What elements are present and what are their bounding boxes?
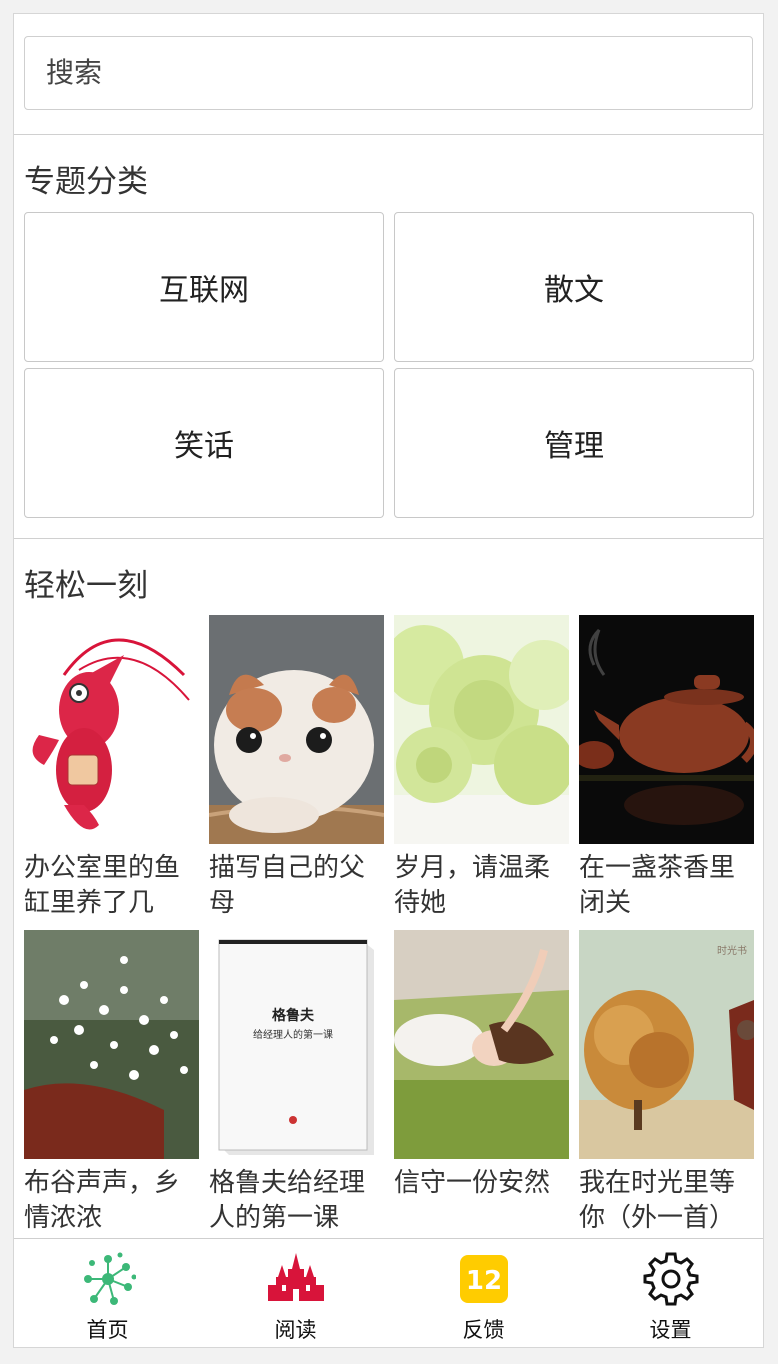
book-subtitle-text: 给经理人的第一课 [253, 1028, 333, 1041]
tab-home[interactable]: 首页 [14, 1239, 201, 1347]
article-title: 布谷声声，乡情浓浓 [24, 1168, 181, 1233]
tab-feedback-label: 反馈 [462, 1318, 505, 1342]
white-flowers-bicycle-image [24, 930, 199, 1159]
category-jokes[interactable]: 笑话 [24, 368, 384, 518]
tab-settings[interactable]: 设置 [577, 1239, 763, 1347]
article-title: 在一盏茶香里闭关 [579, 853, 736, 918]
autumn-tree-image: 时光书 [579, 930, 754, 1159]
lobster-cartoon-image [24, 615, 199, 844]
category-section-title: 专题分类 [24, 164, 148, 200]
divider [14, 538, 763, 539]
app-frame: 搜索 专题分类 互联网 散文 笑话 管理 轻松一刻 办公室里的鱼缸里养了几只… [13, 13, 764, 1348]
category-prose[interactable]: 散文 [394, 212, 754, 362]
book-title-text: 格鲁夫 [272, 1007, 315, 1024]
article-title: 办公室里的鱼缸里养了几只… [24, 853, 181, 918]
article-card[interactable]: 描写自己的父母 [209, 615, 384, 921]
article-card[interactable]: 信守一份安然 [394, 930, 569, 1236]
article-title: 格鲁夫给经理人的第一课 [209, 1168, 366, 1233]
molecule-icon [84, 1252, 136, 1305]
article-title: 信守一份安然 [394, 1168, 551, 1198]
article-title: 我在时光里等你（外一首） [579, 1168, 736, 1233]
article-title: 岁月，请温柔待她 [394, 853, 551, 918]
gear-icon [643, 1252, 699, 1306]
teapot-image [579, 615, 754, 844]
girl-lying-grass-image [394, 930, 569, 1159]
tab-home-label: 首页 [86, 1318, 129, 1342]
category-management[interactable]: 管理 [394, 368, 754, 518]
castle-icon [268, 1253, 324, 1301]
feedback-badge-number: 12 [466, 1266, 502, 1296]
article-card[interactable]: 岁月，请温柔待她 [394, 615, 569, 921]
article-card[interactable]: 时光书 我在时光里等你（外一首） [579, 930, 754, 1236]
article-card[interactable]: 布谷声声，乡情浓浓 [24, 930, 199, 1236]
article-card[interactable]: 在一盏茶香里闭关 [579, 615, 754, 921]
tab-settings-label: 设置 [649, 1318, 692, 1342]
article-card[interactable]: 格鲁夫 给经理人的第一课 格鲁夫给经理人的第一课 [209, 930, 384, 1236]
carnation-flowers-image [394, 615, 569, 844]
tab-feedback[interactable]: 12 反馈 [390, 1239, 577, 1347]
category-internet[interactable]: 互联网 [24, 212, 384, 362]
tab-read-label: 阅读 [274, 1318, 317, 1342]
book-cover-image: 格鲁夫 给经理人的第一课 [209, 930, 384, 1159]
search-input[interactable]: 搜索 [24, 36, 753, 110]
watermark-text: 时光书 [717, 944, 747, 957]
article-title: 描写自己的父母 [209, 853, 366, 918]
article-card[interactable]: 办公室里的鱼缸里养了几只… [24, 615, 199, 921]
relax-section-title: 轻松一刻 [24, 568, 148, 604]
bottom-tab-bar: 首页 阅读 12 反馈 设置 [14, 1238, 763, 1347]
tab-read[interactable]: 阅读 [202, 1239, 389, 1347]
divider [14, 134, 763, 135]
kitten-image [209, 615, 384, 844]
calendar-12-icon: 12 [460, 1255, 508, 1303]
